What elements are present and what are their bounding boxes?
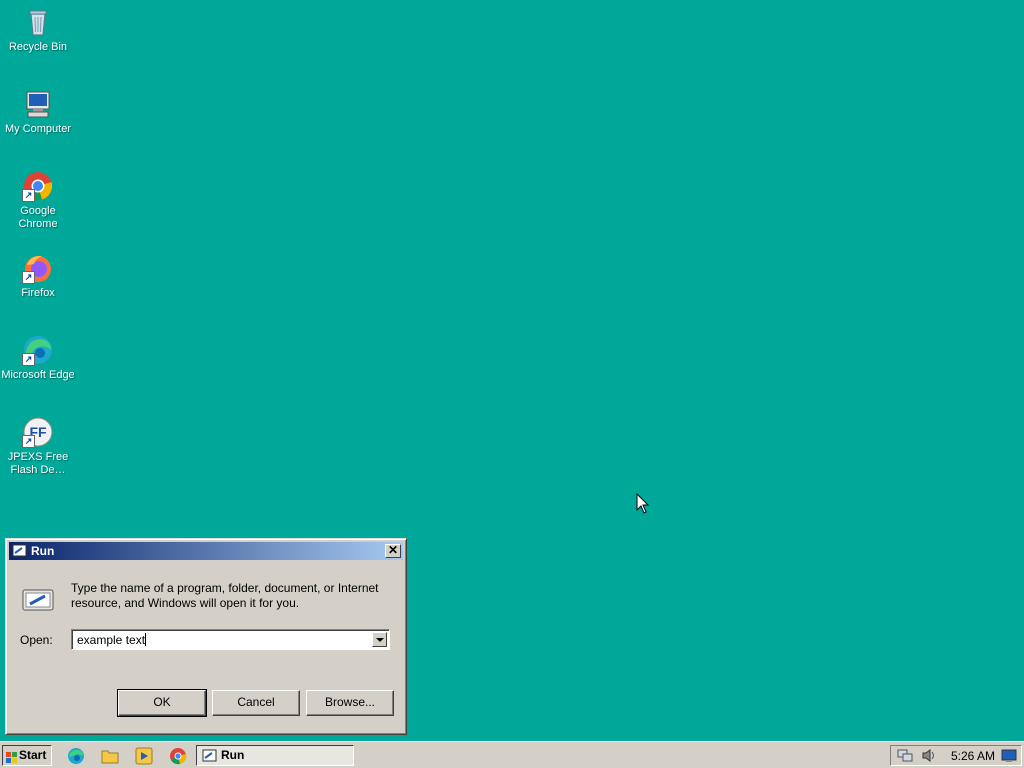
run-dialog: Run ✕ Type the name of a program, folder… xyxy=(5,538,407,735)
start-label: Start xyxy=(19,748,47,762)
desktop-icon-label: Microsoft Edge xyxy=(1,369,75,381)
cancel-button[interactable]: Cancel xyxy=(212,690,300,716)
mouse-cursor-icon xyxy=(636,492,650,518)
browse-button[interactable]: Browse... xyxy=(306,690,394,716)
ok-button[interactable]: OK xyxy=(117,689,207,717)
media-player-icon[interactable] xyxy=(135,747,153,765)
recycle-bin-icon xyxy=(22,6,54,38)
run-program-icon xyxy=(21,587,55,616)
open-input[interactable]: example text xyxy=(77,633,147,647)
run-description: Type the name of a program, folder, docu… xyxy=(71,581,379,610)
run-dialog-title: Run xyxy=(31,544,55,558)
shortcut-arrow-icon: ↗ xyxy=(22,189,35,202)
network-icon[interactable] xyxy=(897,748,913,766)
desktop-icon-label: Recycle Bin xyxy=(8,41,68,53)
clock[interactable]: 5:26 AM xyxy=(951,749,995,763)
desktop-icon-label: Google Chrome xyxy=(18,205,58,230)
open-combobox[interactable]: example text xyxy=(71,629,390,650)
desktop-icon-label: JPEXS Free Flash De… xyxy=(7,451,69,476)
chrome-icon[interactable] xyxy=(169,747,187,765)
shortcut-arrow-icon: ↗ xyxy=(22,353,35,366)
desktop-icon-label: My Computer xyxy=(4,123,72,135)
run-icon xyxy=(202,749,217,767)
shortcut-arrow-icon: ↗ xyxy=(22,435,35,448)
taskbar: Start Run 5:26 AM xyxy=(0,741,1024,768)
close-button[interactable]: ✕ xyxy=(385,544,401,558)
open-input-text: example text xyxy=(77,633,146,647)
windows-logo-icon xyxy=(6,750,17,763)
system-tray: 5:26 AM xyxy=(890,745,1022,766)
chrome-icon: ↗ xyxy=(22,170,54,202)
open-label: Open: xyxy=(20,633,53,647)
taskbar-button-run[interactable]: Run xyxy=(196,745,354,766)
firefox-icon: ↗ xyxy=(22,252,54,284)
jpexs-icon: FF ↗ xyxy=(22,416,54,448)
run-icon xyxy=(12,544,27,560)
shortcut-arrow-icon: ↗ xyxy=(22,271,35,284)
text-caret xyxy=(145,633,147,646)
my-computer-icon xyxy=(22,88,54,120)
desktop-icon-jpexs[interactable]: FF ↗ JPEXS Free Flash De… xyxy=(0,416,76,477)
run-dialog-titlebar[interactable]: Run ✕ xyxy=(9,542,403,560)
desktop-icon-firefox[interactable]: ↗ Firefox xyxy=(0,252,76,300)
taskbar-button-label: Run xyxy=(221,748,245,762)
show-desktop-icon[interactable] xyxy=(1001,748,1017,766)
explorer-icon[interactable] xyxy=(101,747,119,765)
dropdown-arrow-button[interactable] xyxy=(372,632,387,647)
desktop-icon-label: Firefox xyxy=(21,287,55,299)
volume-icon[interactable] xyxy=(921,748,937,766)
edge-icon: ↗ xyxy=(22,334,54,366)
edge-icon[interactable] xyxy=(67,747,85,765)
start-button[interactable]: Start xyxy=(2,745,52,766)
desktop-icon-google-chrome[interactable]: ↗ Google Chrome xyxy=(0,170,76,231)
desktop-icon-my-computer[interactable]: My Computer xyxy=(0,88,76,136)
desktop-icon-recycle-bin[interactable]: Recycle Bin xyxy=(0,6,76,54)
desktop-icon-microsoft-edge[interactable]: ↗ Microsoft Edge xyxy=(0,334,76,382)
